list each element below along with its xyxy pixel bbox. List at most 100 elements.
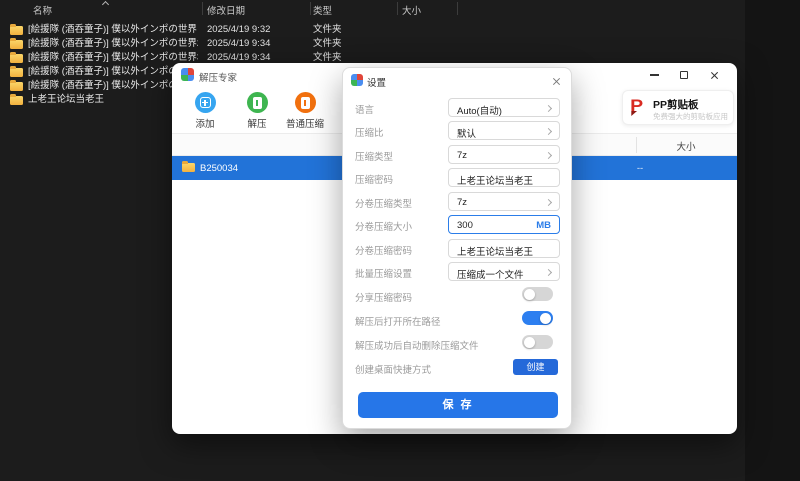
dialog-close-button[interactable] xyxy=(548,74,564,88)
file-name: 上老王论坛当老王 xyxy=(28,94,105,105)
compress-label: 普通压缩 xyxy=(285,119,324,130)
folder-icon xyxy=(10,38,23,49)
language-select[interactable]: Auto(自动) xyxy=(448,98,560,117)
auto-delete-toggle[interactable] xyxy=(522,335,553,349)
volume-type-select[interactable]: 7z xyxy=(448,192,560,211)
volume-password-label: 分卷压缩密码 xyxy=(355,246,413,257)
pp-clipboard-card[interactable]: P PP剪贴板 免费强大的剪贴板应用 xyxy=(622,90,734,125)
compression-password-value: 上老王论坛当老王 xyxy=(457,176,534,187)
folder-icon xyxy=(10,80,23,91)
setting-row-auto-delete: 解压成功后自动删除压缩文件 xyxy=(343,331,571,352)
compression-type-select[interactable]: 7z xyxy=(448,145,560,164)
batch-setting-select[interactable]: 压缩成一个文件 xyxy=(448,262,560,281)
file-name: [絵援隊 (酒呑童子)] 僕以外インポの世界 担任... xyxy=(28,24,198,35)
dialog-logo-icon xyxy=(351,74,363,86)
column-header-name[interactable]: 名称 xyxy=(33,3,52,17)
table-column-size[interactable]: 大小 xyxy=(636,139,736,153)
share-password-label: 分享压缩密码 xyxy=(355,293,413,304)
file-date: 2025/4/19 9:34 xyxy=(207,38,271,49)
setting-row-compression-type: 压缩类型 7z xyxy=(343,145,571,164)
minimize-button[interactable] xyxy=(639,66,669,84)
file-row[interactable]: [絵援隊 (酒呑童子)] 僕以外インポの世界2 体育... 2025/4/19 … xyxy=(0,37,745,51)
auto-delete-label: 解压成功后自动删除压缩文件 xyxy=(355,341,479,352)
pp-clipboard-logo-icon: P xyxy=(630,96,644,116)
folder-icon xyxy=(10,52,23,63)
extract-icon xyxy=(246,92,268,113)
close-icon xyxy=(552,77,561,86)
setting-row-batch-setting: 批量压缩设置 压缩成一个文件 xyxy=(343,262,571,281)
setting-row-volume-type: 分卷压缩类型 7z xyxy=(343,192,571,211)
screen: 名称 修改日期 类型 大小 [絵援隊 (酒呑童子)] 僕以外インポの世界 担任.… xyxy=(0,0,800,481)
compression-password-input[interactable]: 上老王论坛当老王 xyxy=(448,168,560,187)
compression-type-value: 7z xyxy=(457,150,468,161)
batch-setting-value: 压缩成一个文件 xyxy=(457,270,524,281)
sort-ascending-icon xyxy=(101,0,110,9)
volume-password-value: 上老王论坛当老王 xyxy=(457,247,534,258)
folder-icon xyxy=(10,66,23,77)
settings-dialog: 设置 语言 Auto(自动) 压缩比 默认 压缩类型 7z 压缩密码 上老王论坛… xyxy=(342,67,572,429)
setting-row-volume-size: 分卷压缩大小 300 MB xyxy=(343,215,571,234)
volume-size-input[interactable]: 300 MB xyxy=(448,215,560,234)
compress-icon xyxy=(294,92,316,113)
language-label: 语言 xyxy=(355,105,375,116)
chevron-right-icon xyxy=(544,198,553,206)
column-divider xyxy=(310,2,311,15)
column-divider xyxy=(202,2,203,15)
close-icon xyxy=(710,71,719,80)
chevron-right-icon xyxy=(544,151,553,159)
pp-clipboard-title: PP剪贴板 xyxy=(653,99,699,111)
volume-size-label: 分卷压缩大小 xyxy=(355,222,413,233)
column-header-modified[interactable]: 修改日期 xyxy=(207,3,245,17)
batch-setting-label: 批量压缩设置 xyxy=(355,269,413,280)
desktop-shortcut-label: 创建桌面快捷方式 xyxy=(355,365,432,376)
save-button[interactable]: 保 存 xyxy=(358,392,558,418)
compression-password-label: 压缩密码 xyxy=(355,175,394,186)
column-divider xyxy=(457,2,458,15)
explorer-header: 名称 修改日期 类型 大小 xyxy=(0,0,745,17)
volume-type-label: 分卷压缩类型 xyxy=(355,199,413,210)
add-label: 添加 xyxy=(195,119,215,130)
folder-icon xyxy=(10,24,23,35)
file-type: 文件夹 xyxy=(313,38,342,49)
folder-icon xyxy=(10,94,23,105)
volume-password-input[interactable]: 上老王论坛当老王 xyxy=(448,239,560,258)
add-icon xyxy=(194,92,216,113)
close-button[interactable] xyxy=(699,66,729,84)
compression-ratio-select[interactable]: 默认 xyxy=(448,121,560,140)
compression-type-label: 压缩类型 xyxy=(355,152,394,163)
minimize-icon xyxy=(649,74,659,76)
add-button[interactable]: 添加 xyxy=(182,92,228,130)
app-title: 解压专家 xyxy=(199,73,238,84)
compression-ratio-value: 默认 xyxy=(457,129,477,140)
create-shortcut-button[interactable]: 创建 xyxy=(513,359,558,375)
maximize-button[interactable] xyxy=(669,66,699,84)
share-password-toggle[interactable] xyxy=(522,287,553,301)
column-header-size[interactable]: 大小 xyxy=(402,3,421,17)
setting-row-open-path: 解压后打开所在路径 xyxy=(343,307,571,328)
open-path-label: 解压后打开所在路径 xyxy=(355,317,441,328)
file-name: [絵援隊 (酒呑童子)] 僕以外インポの世界2 体育... xyxy=(28,38,198,49)
column-header-type[interactable]: 类型 xyxy=(313,3,332,17)
selected-file-name: B250034 xyxy=(200,163,239,174)
file-date: 2025/4/19 9:32 xyxy=(207,24,271,35)
folder-icon xyxy=(182,161,195,172)
setting-row-share-password: 分享压缩密码 xyxy=(343,283,571,304)
file-row[interactable]: [絵援隊 (酒呑童子)] 僕以外インポの世界 担任... 2025/4/19 9… xyxy=(0,23,745,37)
volume-type-value: 7z xyxy=(457,197,468,208)
dialog-title: 设置 xyxy=(367,78,387,89)
compress-button[interactable]: 普通压缩 xyxy=(274,92,336,130)
compression-ratio-label: 压缩比 xyxy=(355,128,384,139)
language-value: Auto(自动) xyxy=(457,106,502,117)
app-logo-icon xyxy=(181,68,194,81)
open-path-toggle[interactable] xyxy=(522,311,553,325)
setting-row-language: 语言 Auto(自动) xyxy=(343,98,571,117)
chevron-right-icon xyxy=(544,104,553,112)
column-divider xyxy=(397,2,398,15)
setting-row-volume-password: 分卷压缩密码 上老王论坛当老王 xyxy=(343,239,571,258)
chevron-right-icon xyxy=(544,268,553,276)
volume-size-unit: MB xyxy=(536,220,551,231)
maximize-icon xyxy=(680,71,688,79)
chevron-right-icon xyxy=(544,127,553,135)
setting-row-compression-ratio: 压缩比 默认 xyxy=(343,121,571,140)
volume-size-value: 300 xyxy=(457,220,473,231)
